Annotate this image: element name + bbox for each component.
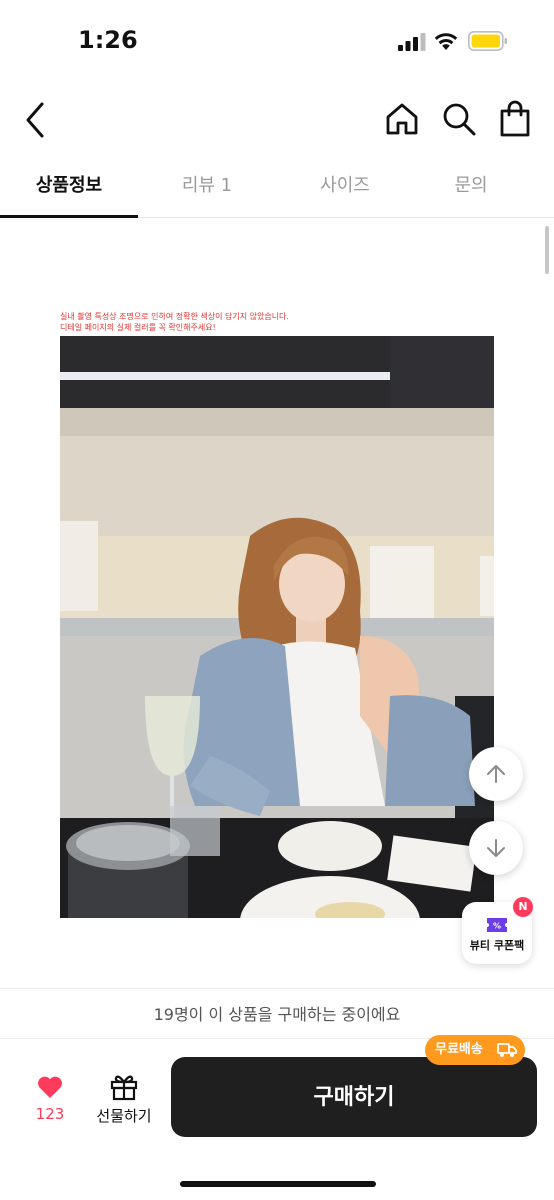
like-count: 123 [35, 1105, 65, 1123]
scroll-to-top-button[interactable] [469, 747, 523, 801]
product-photo [60, 336, 494, 918]
buyers-count-text: 19명이 이 상품을 구매하는 중이에요 [0, 989, 554, 1039]
tab-reviews[interactable]: 리뷰 1 [138, 160, 276, 218]
coupon-ticket-icon: % [487, 918, 507, 932]
gift-label: 선물하기 [96, 1107, 152, 1125]
arrow-down-icon [487, 839, 505, 857]
gift-icon [110, 1075, 138, 1101]
shopping-bag-icon[interactable] [496, 99, 534, 139]
battery-icon [468, 31, 507, 51]
wifi-icon [434, 33, 458, 50]
scroll-to-bottom-button[interactable] [469, 821, 523, 875]
cellular-signal-icon [398, 33, 426, 51]
chevron-left-icon[interactable] [18, 98, 52, 142]
purchase-panel: 19명이 이 상품을 구매하는 중이에요 123 선물하기 구매하기 무료배송 [0, 988, 554, 1200]
new-badge: N [513, 897, 533, 917]
color-notice-line-2: 디테일 페이지의 실제 컬러를 꼭 확인해주세요! [60, 323, 216, 332]
beauty-coupon-pack-button[interactable]: % 뷰티 쿠폰팩 N [462, 897, 533, 964]
tab-product-info[interactable]: 상품정보 [0, 160, 138, 218]
buy-button[interactable]: 구매하기 [171, 1057, 537, 1137]
color-notice-line-1: 실내 촬영 특성상 조명으로 인하여 정확한 색상이 담기지 않았습니다. [60, 312, 289, 321]
truck-icon [497, 1043, 517, 1057]
top-nav-bar [0, 90, 554, 150]
home-icon[interactable] [383, 100, 421, 138]
color-notice: 실내 촬영 특성상 조명으로 인하여 정확한 색상이 담기지 않았습니다. 디테… [60, 311, 289, 333]
scrollbar-thumb[interactable] [545, 226, 549, 274]
status-time: 1:26 [78, 26, 138, 54]
free-shipping-label: 무료배송 [435, 1042, 483, 1057]
free-shipping-badge: 무료배송 [425, 1035, 525, 1065]
search-icon[interactable] [440, 100, 478, 138]
gift-button[interactable]: 선물하기 [90, 1071, 158, 1131]
status-bar: 1:26 [0, 0, 554, 80]
home-indicator [180, 1181, 376, 1187]
tab-size[interactable]: 사이즈 [276, 160, 414, 218]
heart-icon [38, 1076, 62, 1098]
coupon-label: 뷰티 쿠폰팩 [469, 939, 525, 952]
svg-text:%: % [493, 922, 501, 931]
product-tabs: 상품정보 리뷰 1 사이즈 문의 [0, 160, 554, 218]
active-tab-indicator [0, 215, 138, 218]
arrow-up-icon [487, 765, 505, 783]
tab-inquiry[interactable]: 문의 [402, 160, 540, 218]
like-button[interactable]: 123 [22, 1075, 78, 1131]
